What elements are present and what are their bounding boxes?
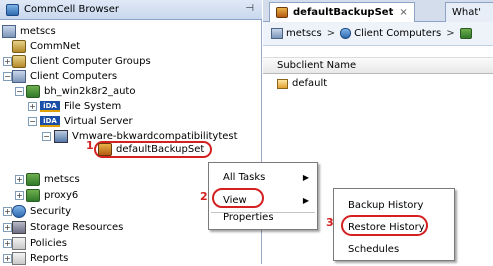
submenu-arrow-icon: ▶ [302, 195, 309, 205]
collapse-vmware-instance-icon[interactable]: − [42, 132, 51, 141]
tree-item-commnet[interactable]: CommNet [12, 39, 80, 54]
ida-icon: iDA [40, 101, 60, 112]
commcell-browser-icon [6, 3, 19, 16]
expand-policies-icon[interactable]: + [3, 239, 12, 248]
storage-icon [12, 221, 26, 234]
commcell-browser-header: CommCell Browser ⊣ [0, 0, 262, 20]
tree-item-metscs-client[interactable]: metscs [26, 172, 80, 187]
pin-icon[interactable]: ⊣ [245, 3, 254, 14]
restore-history-highlight-oval [341, 215, 428, 236]
vm-instance-icon [54, 130, 68, 143]
tree-item-default-backupset[interactable]: defaultBackupSet [94, 141, 213, 158]
step-1-marker: 1 [86, 139, 94, 152]
tree-item-metscs-root[interactable]: metscs [2, 24, 56, 39]
client-computers-icon [340, 28, 352, 39]
client-computer-icon [26, 173, 40, 186]
expand-client-groups-icon[interactable]: + [3, 57, 12, 66]
breadcrumb-metscs[interactable]: metscs [286, 28, 322, 39]
tab-default-backupset[interactable]: defaultBackupSet × [269, 2, 415, 22]
expand-metscs-client-icon[interactable]: + [15, 175, 24, 184]
client-computer-icon [26, 189, 40, 202]
collapse-virtual-server-icon[interactable]: − [28, 117, 37, 126]
subclient-icon [277, 78, 288, 89]
client-computers-icon [12, 70, 26, 83]
submenu-arrow-icon: ▶ [302, 172, 309, 182]
menu-item-properties[interactable]: Properties [209, 206, 317, 228]
expand-security-icon[interactable]: + [3, 207, 12, 216]
backupset-icon [98, 143, 112, 156]
breadcrumb: metscs > Client Computers > [263, 22, 493, 46]
column-header-subclient-name[interactable]: Subclient Name [263, 57, 493, 74]
step-2-marker: 2 [200, 190, 208, 203]
backupset-icon [276, 7, 288, 18]
tab-whats-new[interactable]: What' [445, 2, 493, 22]
reports-icon [12, 252, 26, 265]
tree-item-client-computer-groups[interactable]: Client Computer Groups [12, 54, 151, 69]
menu-item-backup-history[interactable]: Backup History [334, 194, 454, 216]
collapse-client-computers-icon[interactable]: − [3, 72, 12, 81]
tree-item-proxy6[interactable]: proxy6 [26, 188, 78, 203]
security-icon [12, 205, 26, 218]
tree-item-file-system[interactable]: iDA File System [40, 99, 121, 114]
close-tab-icon[interactable]: × [399, 7, 407, 18]
expand-reports-icon[interactable]: + [3, 254, 12, 263]
tree-item-bh-win2k8r2-auto[interactable]: bh_win2k8r2_auto [26, 84, 135, 99]
tree-item-virtual-server[interactable]: iDA Virtual Server [40, 114, 133, 129]
panel-title: CommCell Browser [24, 4, 119, 15]
policies-icon [12, 237, 26, 250]
commnet-icon [12, 40, 26, 53]
list-item[interactable]: default [277, 78, 327, 89]
client-group-icon [12, 55, 26, 68]
breadcrumb-client-computers[interactable]: Client Computers [354, 28, 441, 39]
server-icon [2, 25, 16, 38]
expand-file-system-icon[interactable]: + [28, 102, 37, 111]
menu-item-all-tasks[interactable]: All Tasks ▶ [209, 166, 317, 188]
client-computer-icon[interactable] [459, 28, 472, 39]
tree-item-storage-resources[interactable]: Storage Resources [12, 220, 123, 235]
collapse-bh-client-icon[interactable]: − [15, 87, 24, 96]
view-highlight-oval [212, 188, 264, 208]
tree-item-policies[interactable]: Policies [12, 236, 67, 251]
ida-icon: iDA [40, 116, 60, 127]
client-computer-icon [26, 85, 40, 98]
server-icon [271, 28, 283, 39]
tab-bar: defaultBackupSet × What' [263, 0, 493, 22]
menu-item-schedules[interactable]: Schedules [334, 238, 454, 260]
tree-item-security[interactable]: Security [12, 204, 71, 219]
expand-storage-icon[interactable]: + [3, 223, 12, 232]
tree-item-client-computers[interactable]: Client Computers [12, 69, 117, 84]
expand-proxy6-icon[interactable]: + [15, 191, 24, 200]
step-3-marker: 3 [326, 216, 334, 229]
